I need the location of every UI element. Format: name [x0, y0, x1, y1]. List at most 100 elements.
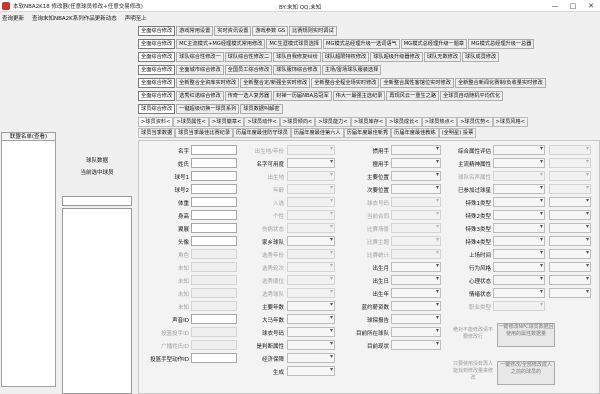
feature-button[interactable]: 全面综合修改: [138, 39, 176, 49]
feature-button[interactable]: 全面城市综合修改: [176, 65, 224, 75]
tab-2[interactable]: >球员徽章<: [208, 117, 245, 127]
dropdown-field[interactable]: [391, 262, 441, 272]
tab-0[interactable]: >球员资料<: [138, 117, 174, 127]
feature-button[interactable]: 球队无数修改: [423, 52, 462, 62]
dropdown-field[interactable]: [549, 210, 591, 220]
text-field[interactable]: [191, 210, 237, 220]
dropdown-field[interactable]: [287, 236, 335, 246]
league-roster-title[interactable]: 联盟名单(查看): [1, 132, 56, 141]
feature-button[interactable]: 全面综合修改: [138, 26, 176, 36]
tab-8[interactable]: >球员热点<: [421, 117, 458, 127]
feature-button[interactable]: MG模式总经理升级一题章: [400, 39, 468, 49]
feature-button[interactable]: 全新整合属性客馆位实时修改: [380, 78, 454, 88]
tab-13[interactable]: 历届年度最佳防守球员: [233, 128, 291, 138]
dropdown-field[interactable]: [391, 314, 441, 324]
tab-17[interactable]: (全明星) 投票: [438, 128, 477, 138]
bulk-edit-button[interactable]: 一键修改/全部修改成人之前的球员的: [497, 361, 555, 385]
maximize-icon[interactable]: □: [564, 0, 582, 12]
feature-button[interactable]: MC生涯模式球员选择: [266, 39, 322, 49]
dropdown-field[interactable]: [287, 314, 335, 324]
text-field[interactable]: [191, 353, 237, 363]
text-field[interactable]: [191, 236, 237, 246]
dropdown-field[interactable]: [493, 184, 545, 194]
text-field[interactable]: [191, 145, 237, 155]
feature-button[interactable]: 主场/雷场球队服装选择: [321, 65, 382, 75]
dropdown-field[interactable]: [549, 249, 591, 259]
dropdown-field[interactable]: [493, 236, 545, 246]
dropdown-field[interactable]: [391, 327, 441, 337]
tab-11[interactable]: 球员当季数据: [138, 128, 176, 138]
feature-button[interactable]: 游戏参数 GS: [252, 26, 289, 36]
feature-button[interactable]: MG模式总经理升级一选词语气: [322, 39, 400, 49]
feature-button[interactable]: 全面综合修改: [138, 91, 176, 101]
tab-7[interactable]: >球员成长<: [386, 117, 422, 127]
dropdown-field[interactable]: [549, 236, 591, 246]
feature-button[interactable]: MC主流模式+MG经理模式常用修改: [176, 39, 266, 49]
feature-button[interactable]: 游戏常用设置: [176, 26, 214, 36]
text-field[interactable]: [191, 223, 237, 233]
feature-button[interactable]: 全面综合修改: [138, 65, 176, 75]
feature-button[interactable]: 球员数据叫解密: [240, 104, 283, 114]
feature-button[interactable]: 球队超限特权修改: [321, 52, 370, 62]
dropdown-field[interactable]: [287, 340, 335, 350]
tab-14[interactable]: 历届年度最佳第六人: [290, 128, 344, 138]
feature-button[interactable]: 球员综合修改: [138, 104, 176, 114]
dropdown-field[interactable]: [493, 262, 545, 272]
dropdown-field[interactable]: [287, 158, 335, 168]
feature-button[interactable]: 全新整合定/新强全实时修改: [240, 78, 311, 88]
feature-button[interactable]: 球队成员修改: [462, 52, 500, 62]
bulk-edit-button[interactable]: 一键修改NPC球员数据且使用的属性数据量: [497, 323, 555, 347]
team-player-list[interactable]: [62, 208, 132, 394]
tab-1[interactable]: >球员属性<: [173, 117, 209, 127]
dropdown-field[interactable]: [287, 353, 335, 363]
dropdown-field[interactable]: [391, 288, 441, 298]
feature-button[interactable]: 全新整合全资库实时修改: [176, 78, 240, 88]
dropdown-field[interactable]: [391, 184, 441, 194]
tab-10[interactable]: >球员风格<: [492, 117, 528, 127]
dropdown-field[interactable]: [391, 158, 441, 168]
text-field[interactable]: [191, 197, 237, 207]
text-field[interactable]: [191, 314, 237, 324]
feature-button[interactable]: 全面综合修改: [138, 52, 176, 62]
feature-button[interactable]: 球队超级升级器修改: [370, 52, 423, 62]
text-field[interactable]: [191, 171, 237, 181]
dropdown-field[interactable]: [549, 262, 591, 272]
feature-button[interactable]: 球队自我修复纠纷: [273, 52, 321, 62]
dropdown-field[interactable]: [391, 145, 441, 155]
feature-button[interactable]: 封禅一历届NBA总冠军: [273, 91, 332, 101]
dropdown-field[interactable]: [391, 340, 441, 350]
menu-check-update[interactable]: 查询更新: [2, 14, 24, 22]
tab-9[interactable]: >球员优势<: [457, 117, 493, 127]
league-roster-list[interactable]: [1, 141, 56, 387]
feature-button[interactable]: 球队综合性修改一: [176, 52, 224, 62]
feature-button[interactable]: 选秀红诺综合修改: [176, 91, 224, 101]
dropdown-field[interactable]: [493, 145, 545, 155]
tab-5[interactable]: >球员能力<: [315, 117, 351, 127]
feature-button[interactable]: 全国员工综合修改: [224, 65, 273, 75]
dropdown-field[interactable]: [287, 301, 335, 311]
feature-button[interactable]: 传奇一选人复苏器: [224, 91, 273, 101]
tab-6[interactable]: >球员库存<: [350, 117, 387, 127]
dropdown-field[interactable]: [549, 275, 591, 285]
feature-button[interactable]: 全新整合全程全场实时修改: [311, 78, 380, 88]
close-icon[interactable]: ✕: [582, 0, 600, 12]
dropdown-field[interactable]: [493, 275, 545, 285]
feature-button[interactable]: 球队综合性修改二: [224, 52, 273, 62]
dropdown-field[interactable]: [287, 366, 335, 376]
dropdown-field[interactable]: [549, 197, 591, 207]
feature-button[interactable]: 一键超级切换一球员系列: [176, 104, 240, 114]
feature-button[interactable]: 比赛规则实时调试: [289, 26, 337, 36]
dropdown-field[interactable]: [287, 327, 335, 337]
feature-button[interactable]: 全面综合修改: [138, 78, 176, 88]
menu-updates-news[interactable]: 查询末知NBA2K系列作品更新动态: [32, 14, 117, 22]
minimize-icon[interactable]: —: [546, 0, 564, 12]
player-search-field[interactable]: [62, 196, 132, 206]
tab-15[interactable]: 历届年度最佳新秀: [343, 128, 392, 138]
feature-button[interactable]: MG模式总经理升级一总器: [468, 39, 535, 49]
text-field[interactable]: [191, 184, 237, 194]
tab-16[interactable]: 历届年度最佳教练: [391, 128, 439, 138]
tab-3[interactable]: >球员动作<: [244, 117, 280, 127]
tab-12[interactable]: 球员当季最佳比赛纪录: [175, 128, 234, 138]
dropdown-field[interactable]: [493, 249, 545, 259]
dropdown-field[interactable]: [493, 288, 545, 298]
